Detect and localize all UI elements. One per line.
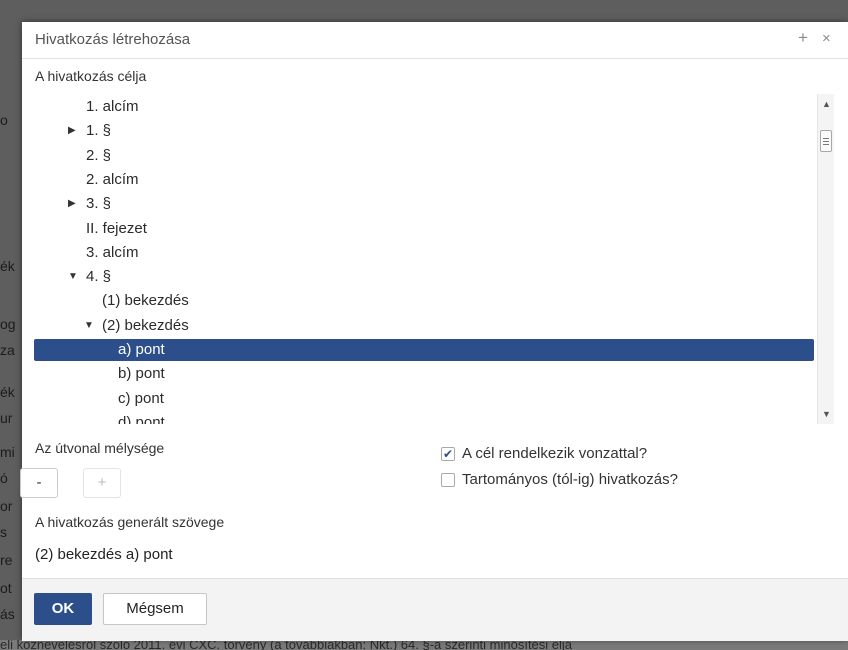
tree-item-label: 1. alcím (86, 98, 139, 115)
depth-increase-button[interactable]: + (83, 468, 121, 498)
grip-line (823, 138, 829, 139)
target-tree[interactable]: 1. alcím ▶ 1. § 2. § 2. alcím ▶ 3. § II. fejeze… (34, 94, 834, 424)
background-text-fragment: re (0, 552, 13, 568)
background-text-fragment: ur (0, 410, 13, 426)
background-text-fragment: o (0, 112, 8, 128)
generated-text-label: A hivatkozás generált szövege (35, 514, 225, 530)
attach-checkbox-label[interactable]: A cél rendelkezik vonzattal? (462, 445, 647, 462)
grip-line (823, 144, 829, 145)
minus-label: - (36, 474, 42, 491)
target-label: A hivatkozás célja (35, 68, 147, 84)
checkmark-icon: ✔ (442, 447, 454, 461)
tree-item-selected[interactable]: a) pont (34, 339, 814, 361)
tree-item-label: b) pont (118, 365, 165, 383)
tree-item[interactable]: 3. alcím (34, 242, 814, 264)
tree-item[interactable]: d) pont (34, 412, 814, 424)
background-text-fragment: ó (0, 470, 8, 486)
background-text-fragment: mi (0, 444, 15, 460)
tree-item[interactable]: 2. § (34, 145, 814, 167)
collapse-arrow-icon[interactable]: ▼ (84, 315, 96, 337)
background-text-fragment: s (0, 524, 7, 540)
tree-item[interactable]: ▶ 1. § (34, 120, 814, 142)
tree-item-label: (2) bekezdés (102, 316, 189, 334)
background-text-fragment: og (0, 316, 16, 332)
tree-item-label: 3. alcím (86, 243, 139, 261)
tree-item[interactable]: b) pont (34, 363, 814, 385)
expand-arrow-icon[interactable]: ▶ (68, 120, 80, 142)
tree-item-label: (1) bekezdés (102, 292, 189, 310)
attach-checkbox[interactable]: ✔ (441, 447, 455, 461)
background-text-fragment: za (0, 342, 15, 358)
tree-item[interactable]: ▶ 3. § (34, 193, 814, 215)
scroll-down-arrow-icon[interactable]: ▼ (818, 406, 834, 422)
tree-item-label: 1. § (86, 122, 112, 140)
dialog-footer: OK Mégsem (22, 578, 848, 641)
scrollbar-thumb[interactable] (820, 130, 832, 152)
tree-item-label: II. fejezet (86, 219, 147, 237)
range-checkbox-label[interactable]: Tartományos (tól-ig) hivatkozás? (462, 471, 678, 488)
background-text-fragment: ot (0, 580, 12, 596)
background-text-fragment: or (0, 498, 13, 514)
tree-item-label: 2. alcím (86, 170, 139, 188)
tree-item[interactable]: (1) bekezdés (34, 290, 814, 312)
tree-item-label: c) pont (118, 389, 164, 407)
plus-label: + (97, 474, 107, 491)
close-icon[interactable]: × (822, 30, 831, 47)
depth-decrease-button[interactable]: - (20, 468, 58, 498)
tree-item-label: d) pont (118, 413, 165, 424)
collapse-arrow-icon[interactable]: ▼ (68, 266, 80, 288)
tree-item-label: 2. § (86, 146, 112, 164)
plus-icon[interactable]: + (798, 28, 808, 48)
scroll-up-arrow-icon[interactable]: ▲ (818, 96, 834, 112)
dialog-title: Hivatkozás létrehozása (35, 31, 191, 48)
tree-item[interactable]: II. fejezet (34, 218, 814, 240)
dialog-titlebar: Hivatkozás létrehozása + × (22, 22, 848, 59)
background-text-fragment: ás (0, 606, 15, 622)
depth-label: Az útvonal mélysége (35, 440, 165, 456)
tree-item[interactable]: c) pont (34, 388, 814, 410)
ok-button[interactable]: OK (34, 593, 92, 625)
grip-line (823, 141, 829, 142)
background-text-fragment: ék (0, 384, 15, 400)
background-text-fragment: ék (0, 258, 15, 274)
link-dialog: Hivatkozás létrehozása + × A hivatkozás … (20, 22, 848, 641)
tree-item-label: a) pont (118, 341, 165, 358)
tree-item[interactable]: ▼ (2) bekezdés (34, 315, 814, 337)
generated-text: (2) bekezdés a) pont (35, 546, 173, 563)
background-text-strip: eli köznevelésről szóló 2011. évi CXC. t… (0, 640, 848, 650)
tree-scrollbar[interactable]: ▲ ▼ (817, 94, 834, 424)
tree-item-label: 3. § (86, 195, 112, 213)
tree-item[interactable]: 2. alcím (34, 169, 814, 191)
range-checkbox[interactable] (441, 473, 455, 487)
tree-item[interactable]: ▼ 4. § (34, 266, 814, 288)
tree-item-label: 4. § (86, 268, 112, 286)
tree-item[interactable]: 1. alcím (34, 96, 814, 118)
expand-arrow-icon[interactable]: ▶ (68, 193, 80, 215)
cancel-button[interactable]: Mégsem (103, 593, 207, 625)
